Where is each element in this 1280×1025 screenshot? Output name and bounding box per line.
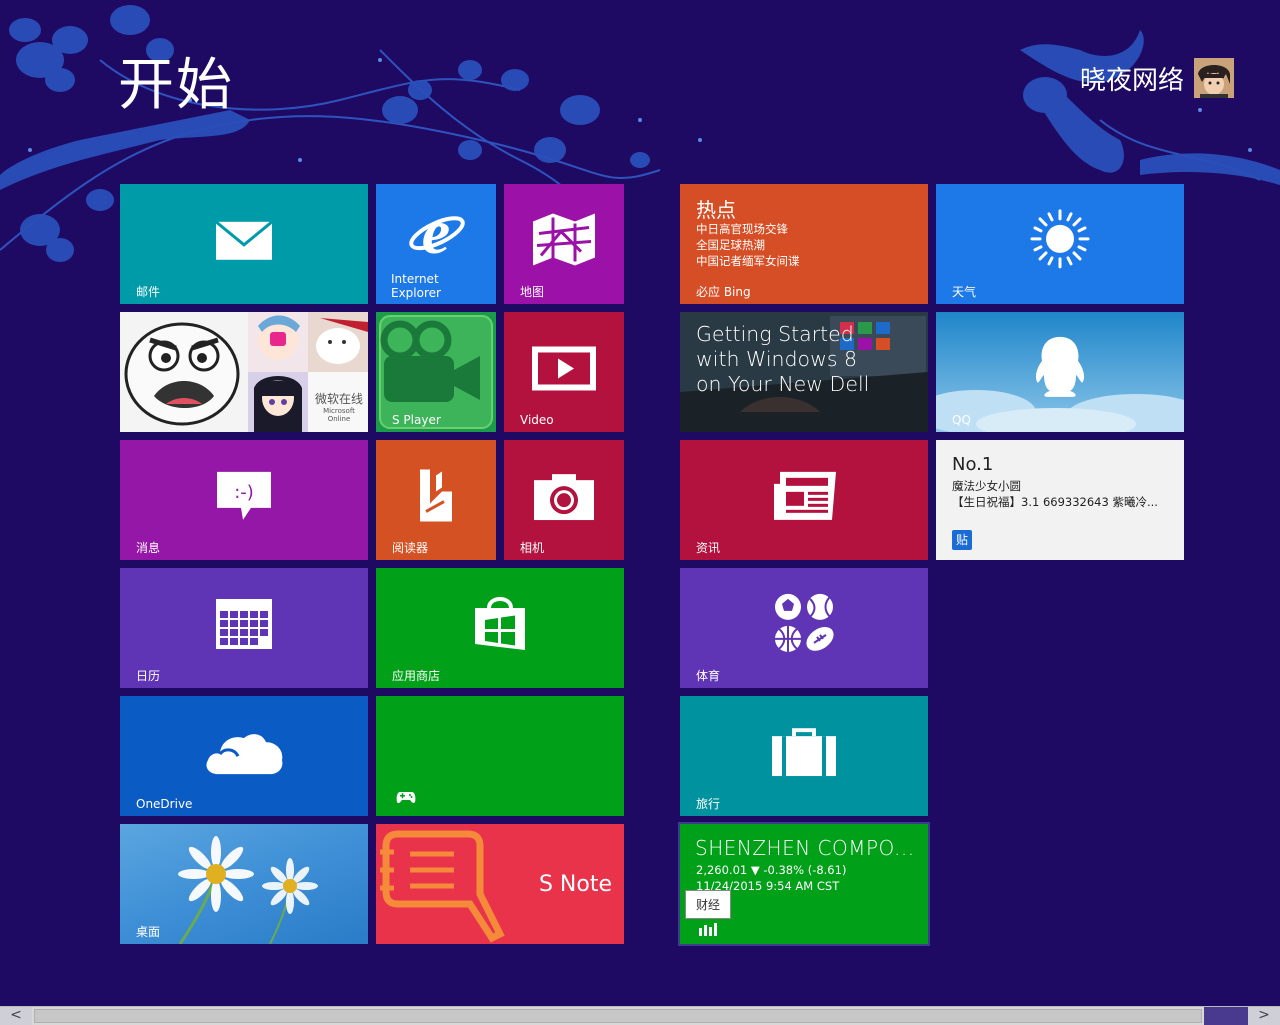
tile-label: 旅行 <box>696 797 721 811</box>
finance-tooltip: 财经 <box>685 890 732 919</box>
finance-quote: 2,260.01 ▼ -0.38% (-8.61) <box>696 863 847 877</box>
tile-label: 必应 Bing <box>696 285 751 299</box>
tile-qq[interactable]: QQ <box>936 312 1184 432</box>
tile-news[interactable]: 资讯 <box>680 440 928 560</box>
chat-bubble-icon: :-) <box>217 471 271 520</box>
tile-travel[interactable]: 旅行 <box>680 696 928 816</box>
tieba-line-2: 【生日祝福】3.1 669332643 紫曦冷... <box>952 495 1158 509</box>
tile-store[interactable]: 应用商店 <box>376 568 624 688</box>
finance-chart-icon <box>699 923 717 936</box>
tile-label: 应用商店 <box>392 669 441 683</box>
tile-weather[interactable]: 天气 <box>936 184 1184 304</box>
headline: 中日高官现场交锋 <box>696 222 788 236</box>
svg-text::-): :-) <box>234 482 254 503</box>
label-line-2: Explorer <box>391 286 441 300</box>
scroll-track[interactable] <box>1204 1007 1248 1025</box>
tile-label: 桌面 <box>136 925 161 939</box>
scroll-left-button[interactable]: < <box>0 1007 32 1025</box>
tile-label: 资讯 <box>696 541 721 555</box>
store-bag-icon <box>475 597 525 651</box>
user-avatar-icon <box>1194 58 1234 98</box>
tile-video[interactable]: Video <box>504 312 624 432</box>
tile-sports[interactable]: 体育 <box>680 568 928 688</box>
tile-dell-getting-started[interactable]: Getting Started with Windows 8 on Your N… <box>680 312 928 432</box>
headline: 全国足球热潮 <box>696 238 765 252</box>
dell-line-1: Getting Started <box>696 322 854 346</box>
camera-icon <box>534 474 594 521</box>
start-title: 开始 <box>118 53 234 118</box>
play-icon <box>532 346 596 391</box>
tile-label: 体育 <box>696 669 721 683</box>
tile-s-player[interactable]: S Player <box>376 312 496 432</box>
tile-games[interactable] <box>376 696 624 816</box>
tile-bing-hot[interactable]: 热点 中日高官现场交锋 全国足球热潮 中国记者缅军女间谍 必应 Bing <box>680 184 928 304</box>
hot-title: 热点 <box>696 198 736 222</box>
tile-mail[interactable]: 邮件 <box>120 184 368 304</box>
qq-penguin-icon <box>1035 336 1085 397</box>
calendar-icon <box>216 599 272 649</box>
tile-label: 地图 <box>520 285 545 299</box>
tieba-rank: No.1 <box>952 454 994 475</box>
tile-maps[interactable]: 地图 <box>504 184 624 304</box>
tile-label: QQ <box>952 413 971 427</box>
tieba-lines: 魔法少女小圆 【生日祝福】3.1 669332643 紫曦冷... <box>952 478 1158 510</box>
tile-label: 天气 <box>952 285 977 299</box>
tile-label: S Player <box>392 413 441 427</box>
cloud-icon <box>206 734 283 775</box>
tile-label: 日历 <box>136 669 161 683</box>
dell-line-2: with Windows 8 <box>696 347 858 371</box>
newspaper-icon <box>774 471 836 520</box>
horizontal-scrollbar[interactable]: < > <box>0 1006 1280 1025</box>
tile-label: 邮件 <box>136 285 161 299</box>
envelope-icon <box>215 220 273 260</box>
sun-icon <box>1030 209 1090 269</box>
suitcase-icon <box>772 728 836 777</box>
tile-label: 相机 <box>520 541 545 555</box>
tile-label: 消息 <box>136 541 161 555</box>
scroll-right-button[interactable]: > <box>1248 1007 1280 1025</box>
people-caption-sub: Microsoft Online <box>323 407 355 423</box>
tile-reader[interactable]: 阅读器 <box>376 440 496 560</box>
tile-finance[interactable]: SHENZHEN COMPO... 2,260.01 ▼ -0.38% (-8.… <box>678 822 930 946</box>
tile-label: OneDrive <box>136 797 193 811</box>
svg-text:e: e <box>422 203 450 263</box>
label-line-1: Internet <box>391 272 439 286</box>
tile-calendar[interactable]: 日历 <box>120 568 368 688</box>
hot-headlines: 中日高官现场交锋 全国足球热潮 中国记者缅军女间谍 <box>696 221 800 269</box>
internet-explorer-icon: e <box>409 203 465 263</box>
tile-label: Internet Explorer <box>391 272 441 300</box>
gamepad-icon <box>396 792 416 804</box>
snote-label: S Note <box>538 872 612 897</box>
tile-messaging[interactable]: :-) 消息 <box>120 440 368 560</box>
tile-internet-explorer[interactable]: e Internet Explorer <box>376 184 496 304</box>
dell-line-3: on Your New Dell <box>696 372 870 396</box>
tile-onedrive[interactable]: OneDrive <box>120 696 368 816</box>
tile-s-note[interactable]: S Note <box>376 824 624 944</box>
snote-icon <box>380 830 505 943</box>
tile-tieba[interactable]: No.1 魔法少女小圆 【生日祝福】3.1 669332643 紫曦冷... 贴 <box>936 440 1184 560</box>
tile-people-photos[interactable]: 微软在线 Microsoft Online <box>120 312 368 432</box>
tile-label: Video <box>520 413 554 427</box>
headline: 中国记者缅军女间谍 <box>696 254 800 268</box>
dell-text: Getting Started with Windows 8 on Your N… <box>696 322 869 397</box>
user-name: 晓夜网络 <box>1079 65 1184 96</box>
sports-balls-icon <box>775 593 834 652</box>
map-icon <box>533 213 595 266</box>
reader-icon <box>420 469 452 522</box>
scroll-thumb[interactable] <box>34 1009 1202 1023</box>
people-caption: 微软在线 <box>314 392 363 406</box>
tieba-badge-icon: 贴 <box>952 530 972 550</box>
tile-desktop[interactable]: 桌面 <box>120 824 368 944</box>
user-account[interactable]: 晓夜网络 <box>1080 58 1234 98</box>
people-caption-box: 微软在线 Microsoft Online <box>313 390 365 423</box>
tile-label: 阅读器 <box>392 541 429 555</box>
tieba-line-1: 魔法少女小圆 <box>952 479 1021 493</box>
tile-camera[interactable]: 相机 <box>504 440 624 560</box>
finance-title: SHENZHEN COMPO... <box>695 836 915 860</box>
